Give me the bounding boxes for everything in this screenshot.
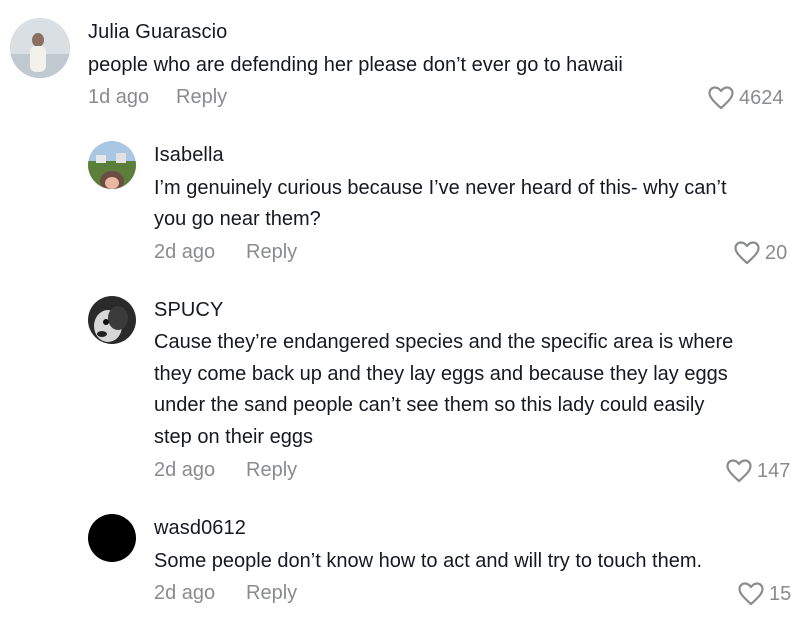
avatar[interactable]	[10, 18, 70, 78]
reply-button[interactable]: Reply	[246, 582, 297, 605]
avatar-image	[10, 18, 70, 78]
avatar[interactable]	[88, 141, 136, 189]
comment-text: they come back up and they lay eggs and …	[154, 363, 728, 385]
avatar-image	[88, 296, 136, 344]
avatar[interactable]	[88, 296, 136, 344]
like-count: 147	[757, 459, 791, 482]
comment-text: step on their eggs	[154, 426, 313, 448]
reply-button[interactable]: Reply	[246, 241, 297, 264]
comment-timestamp: 2d ago	[154, 241, 216, 263]
comment-timestamp: 2d ago	[154, 582, 216, 604]
comment-text: Cause they’re endangered species and the…	[154, 331, 734, 353]
comment-text: I’m genuinely curious because I’ve never…	[154, 177, 727, 199]
comment-username[interactable]: Julia Guarascio	[88, 21, 227, 44]
comment-text: people who are defending her please don’…	[88, 54, 623, 76]
like-button[interactable]: 20	[734, 241, 787, 265]
avatar-image	[88, 141, 136, 189]
comment-username[interactable]: Isabella	[154, 144, 224, 167]
heart-outline-icon	[726, 459, 752, 483]
comment-text: you go near them?	[154, 208, 321, 230]
comment-text: under the sand people can’t see them so …	[154, 394, 705, 416]
avatar[interactable]	[88, 514, 136, 562]
comment-username[interactable]: SPUCY	[154, 299, 223, 322]
reply-button[interactable]: Reply	[176, 86, 227, 109]
heart-outline-icon	[734, 241, 760, 265]
like-button[interactable]: 15	[738, 582, 791, 606]
comment-username[interactable]: wasd0612	[154, 517, 246, 540]
heart-outline-icon	[708, 86, 734, 110]
comment-text: Some people don’t know how to act and wi…	[154, 550, 703, 572]
comment-timestamp: 2d ago	[154, 459, 216, 481]
like-button[interactable]: 147	[726, 459, 790, 483]
reply-button[interactable]: Reply	[246, 459, 297, 482]
like-button[interactable]: 4624	[708, 86, 784, 110]
heart-outline-icon	[738, 582, 764, 606]
comment-timestamp: 1d ago	[88, 86, 150, 108]
like-count: 20	[765, 241, 788, 264]
like-count: 4624	[739, 86, 784, 109]
like-count: 15	[769, 582, 791, 605]
